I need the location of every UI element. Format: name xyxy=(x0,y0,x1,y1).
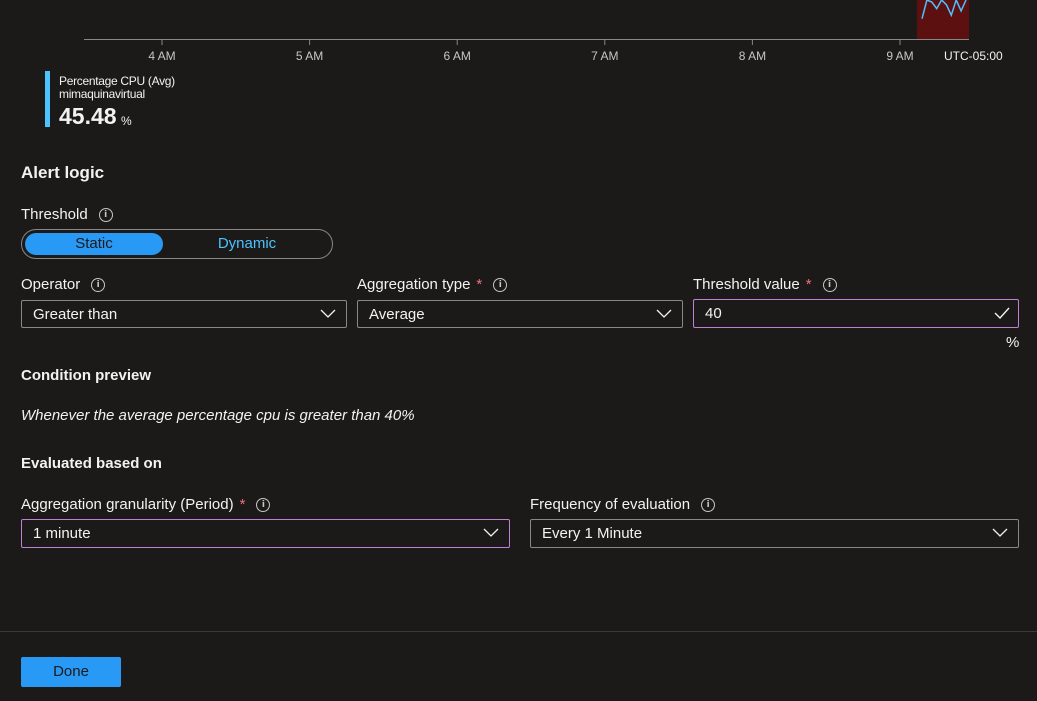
condition-preview-text: Whenever the average percentage cpu is g… xyxy=(21,407,415,424)
info-icon[interactable]: i xyxy=(493,277,508,292)
required-asterisk: * xyxy=(805,276,812,293)
threshold-label-row: Threshold i xyxy=(21,206,113,223)
legend-value: 45.48 xyxy=(59,103,117,129)
info-icon[interactable]: i xyxy=(256,497,271,512)
required-asterisk: * xyxy=(239,496,246,513)
threshold-value-input[interactable]: 40 xyxy=(693,299,1019,328)
threshold-value: 40 xyxy=(705,305,722,322)
cpu-chart: 4 AM 5 AM 6 AM 7 AM 8 AM 9 AM UTC-05:00 xyxy=(84,0,1003,63)
operator-label: Operator xyxy=(21,276,81,293)
frequency-dropdown[interactable]: Every 1 Minute xyxy=(530,519,1019,548)
chevron-down-icon xyxy=(656,309,672,318)
info-icon[interactable]: i xyxy=(91,277,106,292)
granularity-label: Aggregation granularity (Period) xyxy=(21,496,234,513)
threshold-static-option[interactable]: Static xyxy=(25,233,163,255)
threshold-value-label: Threshold value xyxy=(693,276,800,293)
checkmark-icon xyxy=(994,307,1010,319)
x-tick-label: 5 AM xyxy=(296,49,323,63)
x-tick-label: 9 AM xyxy=(886,49,913,63)
operator-value: Greater than xyxy=(33,305,118,323)
x-axis-ticks: 4 AM 5 AM 6 AM 7 AM 8 AM 9 AM xyxy=(148,40,914,63)
threshold-dynamic-option[interactable]: Dynamic xyxy=(182,233,312,255)
aggregation-label-row: Aggregation type * i xyxy=(357,276,508,293)
aggregation-value: Average xyxy=(369,305,425,323)
granularity-value: 1 minute xyxy=(33,525,91,542)
frequency-label-row: Frequency of evaluation i xyxy=(530,496,716,513)
threshold-value-label-row: Threshold value * i xyxy=(693,276,837,293)
x-tick-label: 8 AM xyxy=(739,49,766,63)
frequency-label: Frequency of evaluation xyxy=(530,496,691,513)
operator-dropdown[interactable]: Greater than xyxy=(21,300,347,328)
chevron-down-icon xyxy=(992,528,1008,537)
info-icon[interactable]: i xyxy=(822,277,837,292)
chevron-down-icon xyxy=(320,309,336,318)
threshold-unit: % xyxy=(1006,334,1020,351)
info-icon[interactable]: i xyxy=(701,497,716,512)
threshold-toggle: Static Dynamic xyxy=(21,229,333,259)
chevron-down-icon xyxy=(483,528,499,537)
info-icon[interactable]: i xyxy=(98,207,113,222)
granularity-dropdown[interactable]: 1 minute xyxy=(21,519,510,548)
x-tick-label: 7 AM xyxy=(591,49,618,63)
legend-color-swatch xyxy=(45,71,50,127)
legend-resource-name: mimaquinavirtual xyxy=(59,87,145,101)
legend-metric-title: Percentage CPU (Avg) xyxy=(59,74,175,88)
condition-preview-heading: Condition preview xyxy=(21,367,152,384)
required-asterisk: * xyxy=(476,276,483,293)
threshold-label: Threshold xyxy=(21,206,88,223)
aggregation-label: Aggregation type xyxy=(357,276,471,293)
operator-label-row: Operator i xyxy=(21,276,106,293)
done-button[interactable]: Done xyxy=(21,657,121,687)
legend-unit: % xyxy=(121,114,132,128)
evaluated-based-on-heading: Evaluated based on xyxy=(21,455,162,472)
aggregation-type-dropdown[interactable]: Average xyxy=(357,300,683,328)
timezone-label: UTC-05:00 xyxy=(944,49,1003,63)
frequency-value: Every 1 Minute xyxy=(542,525,643,542)
alert-logic-heading: Alert logic xyxy=(21,163,105,182)
x-tick-label: 4 AM xyxy=(148,49,175,63)
footer-divider xyxy=(0,631,1037,632)
granularity-label-row: Aggregation granularity (Period) * i xyxy=(21,496,271,513)
x-tick-label: 6 AM xyxy=(444,49,471,63)
